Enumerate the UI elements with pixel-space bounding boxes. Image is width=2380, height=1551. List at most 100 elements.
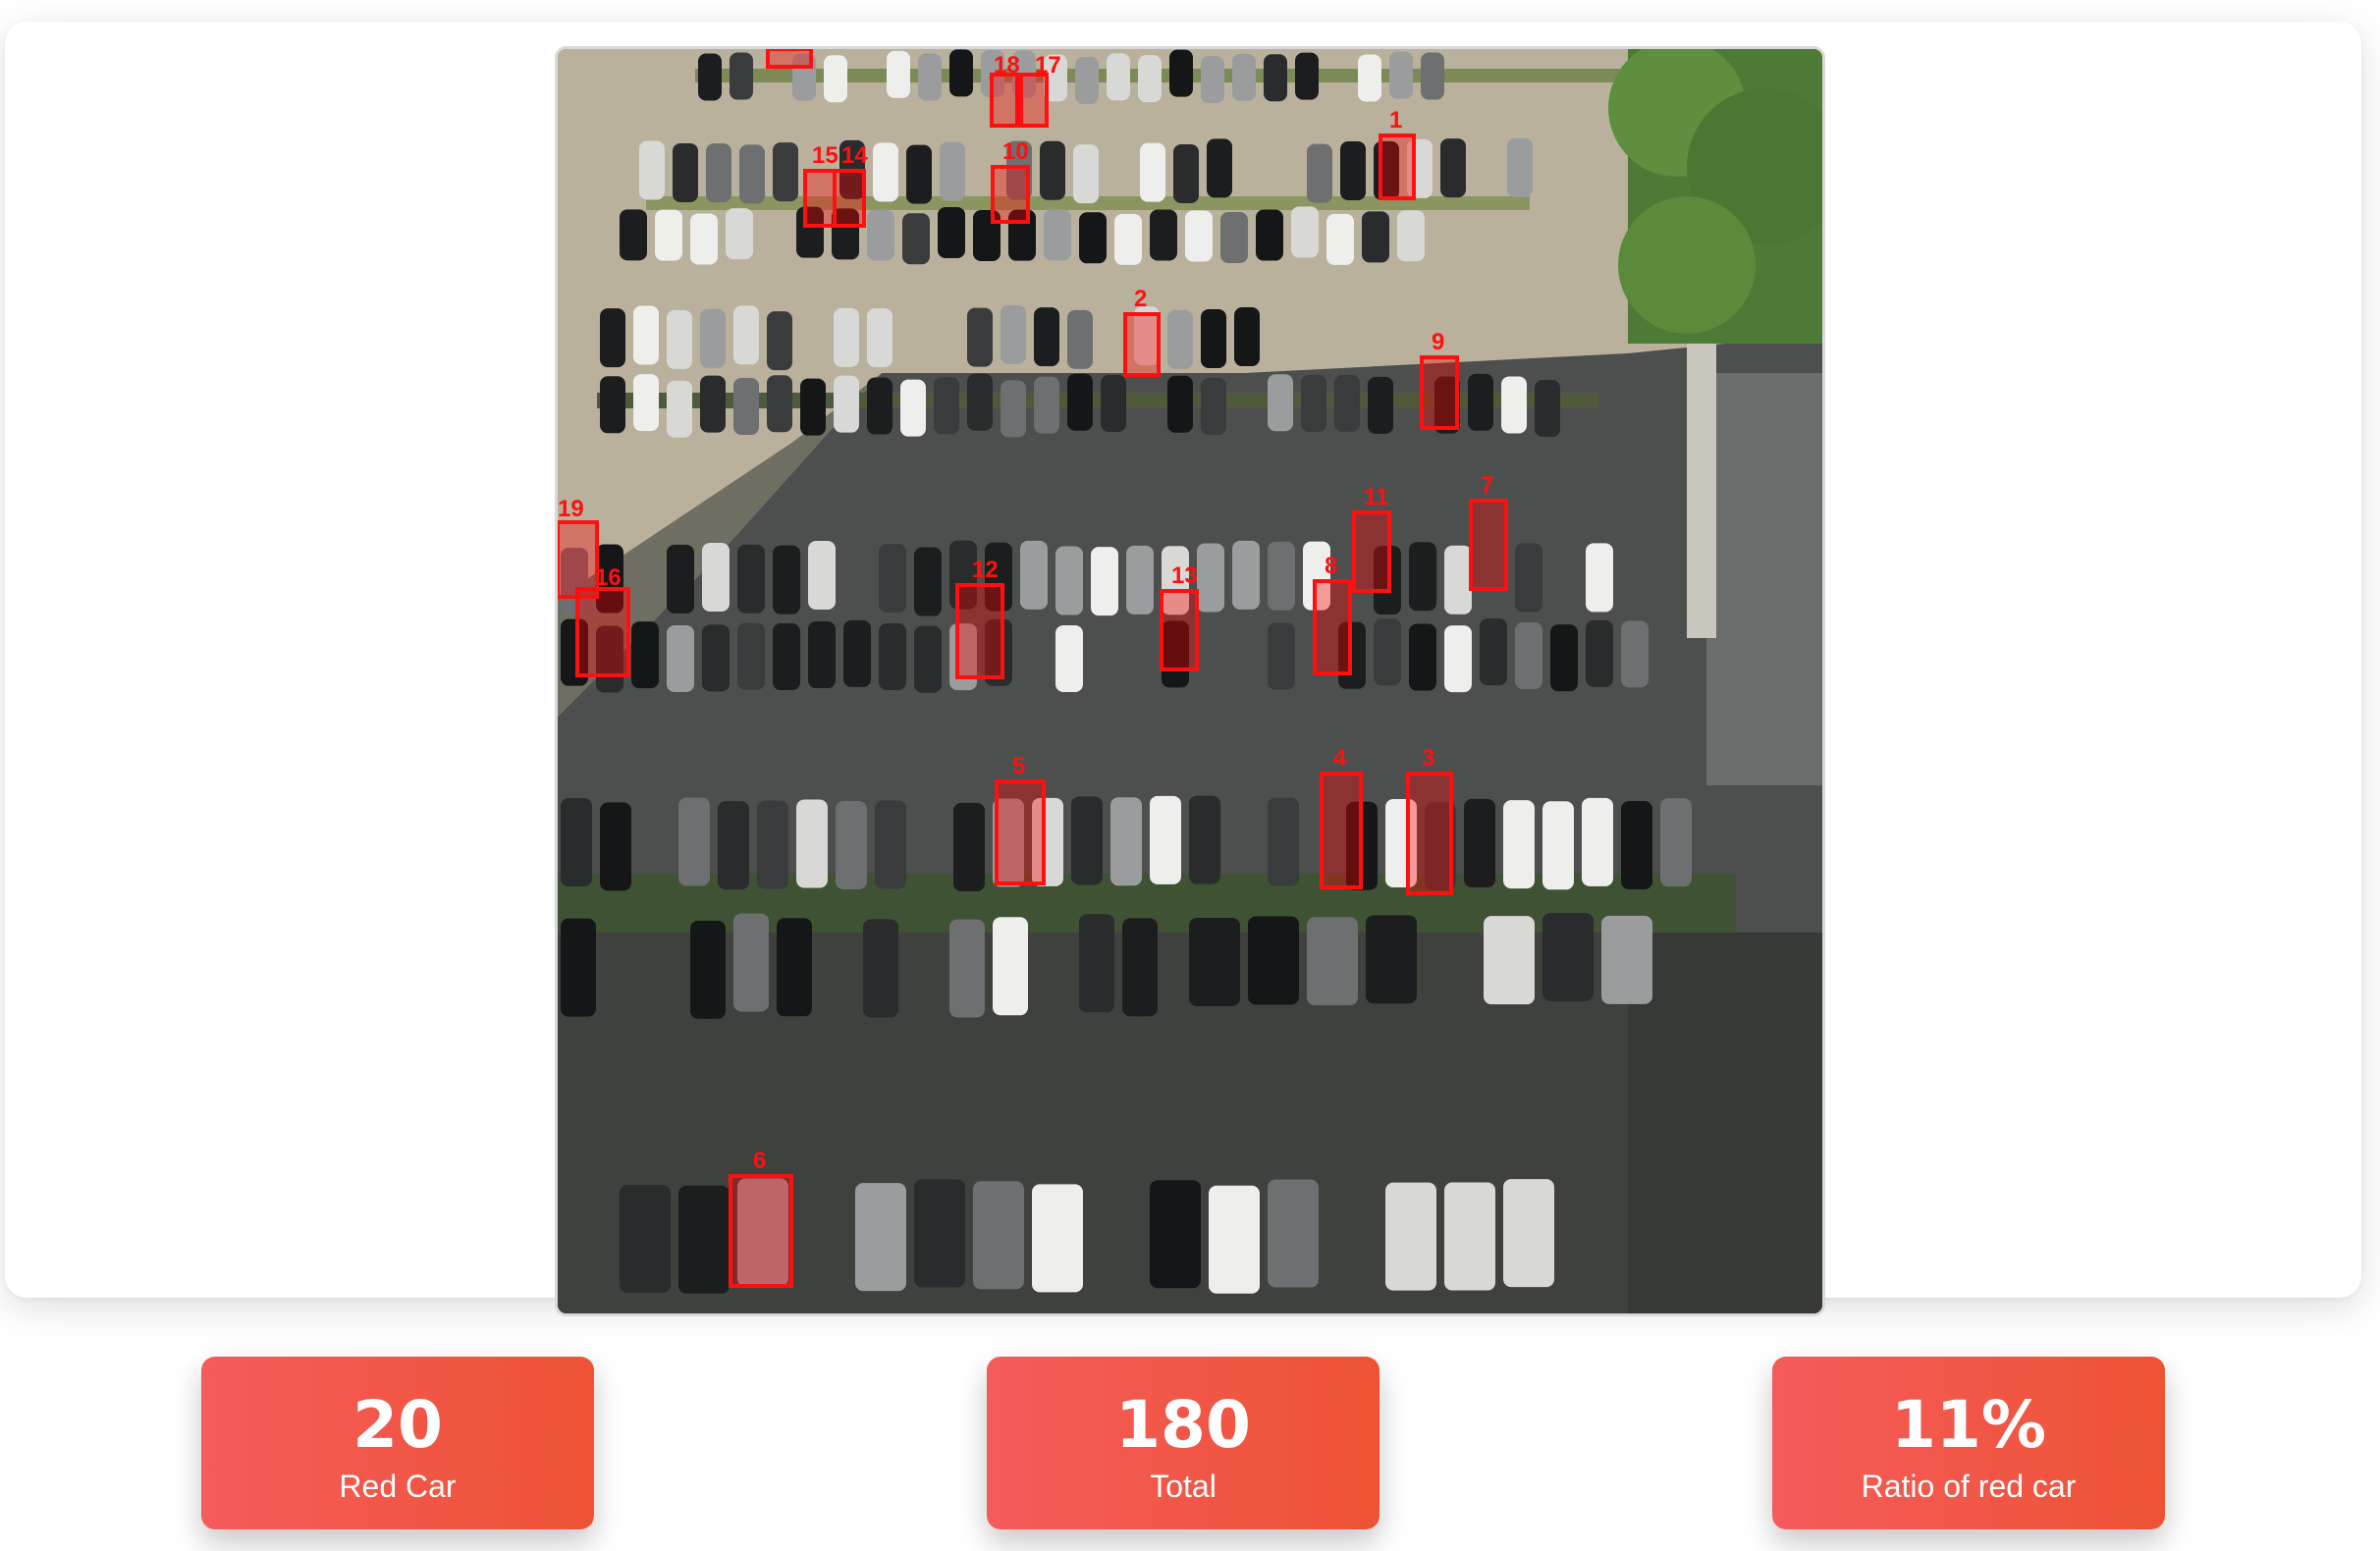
parked-car — [867, 308, 892, 368]
parked-car — [1110, 797, 1142, 886]
parked-car — [906, 144, 932, 204]
parked-car — [1234, 307, 1260, 367]
detection-box-14 — [833, 169, 866, 228]
parked-car — [1079, 212, 1107, 264]
parked-car — [730, 52, 753, 100]
parked-car — [561, 918, 596, 1017]
parked-car — [938, 206, 965, 258]
ratio-value: 11% — [1891, 1387, 2046, 1463]
parked-car — [773, 545, 800, 615]
parked-car — [1582, 797, 1613, 886]
parked-car — [1440, 138, 1466, 198]
parked-car — [1307, 143, 1332, 203]
detection-label-16: 16 — [595, 564, 622, 591]
parked-car — [1197, 543, 1224, 613]
parked-car — [690, 920, 726, 1019]
detection-label-15: 15 — [812, 142, 838, 169]
parked-car — [953, 802, 985, 891]
parked-car — [1150, 209, 1177, 261]
red-car-stat: 20 Red Car — [201, 1357, 594, 1529]
detection-box-13 — [1160, 589, 1199, 671]
parked-car — [808, 621, 836, 689]
parked-car — [1503, 1179, 1554, 1288]
detection-box-19 — [558, 520, 599, 599]
parked-car — [1034, 376, 1059, 434]
parked-car — [1444, 1182, 1495, 1291]
parked-car — [631, 621, 659, 689]
detection-box-2 — [1123, 312, 1161, 377]
parked-car — [1114, 213, 1142, 265]
parked-car — [620, 209, 647, 261]
parked-car — [967, 373, 993, 431]
detection-label-7: 7 — [1481, 472, 1493, 499]
ratio-stat: 11% Ratio of red car — [1772, 1357, 2165, 1529]
detection-box-6 — [729, 1174, 793, 1288]
parked-car — [690, 213, 718, 265]
parked-car — [733, 377, 759, 435]
parked-car — [700, 375, 726, 433]
parked-car — [700, 308, 726, 368]
parked-car — [1268, 1179, 1319, 1288]
parked-car — [796, 799, 828, 888]
parked-car — [973, 1181, 1024, 1290]
parked-car — [808, 540, 836, 610]
parked-car — [1040, 140, 1065, 200]
parked-car — [773, 142, 798, 202]
parked-car — [1374, 618, 1401, 686]
parked-car — [1071, 796, 1103, 885]
parked-car — [1209, 1185, 1260, 1294]
parked-car — [1362, 211, 1389, 263]
parked-car — [1055, 624, 1083, 692]
detection-label-5: 5 — [1012, 753, 1025, 779]
parked-car — [1001, 380, 1026, 438]
parked-car — [863, 919, 898, 1018]
detection-box-8 — [1313, 579, 1352, 675]
parked-car — [1167, 375, 1193, 433]
parked-car — [1138, 55, 1162, 103]
parked-car — [706, 143, 731, 203]
parked-car — [1542, 801, 1574, 890]
parked-car — [1301, 374, 1326, 432]
parked-car — [1515, 622, 1542, 690]
detection-box-9 — [1420, 355, 1459, 430]
parked-car — [1444, 625, 1472, 693]
parked-car — [1366, 915, 1417, 1004]
parked-car — [1001, 304, 1026, 364]
detection-box-12 — [955, 583, 1004, 679]
parked-car — [678, 1185, 730, 1294]
parked-car — [1268, 541, 1295, 611]
parked-car — [1032, 1184, 1083, 1293]
parked-car — [667, 544, 694, 614]
parked-car — [757, 800, 788, 889]
parked-car — [800, 378, 826, 436]
parked-car — [1480, 618, 1507, 686]
parked-car — [1232, 53, 1256, 101]
parked-car — [1220, 212, 1248, 264]
parking-lot-image: 1 2 3 4 5 6 7 8 9 10 11 12 13 14 15 16 17 18 19 — [555, 46, 1825, 1316]
parked-car — [843, 619, 871, 687]
parked-car — [773, 623, 800, 691]
detection-label-12: 12 — [972, 557, 999, 583]
detection-label-19: 19 — [558, 496, 584, 522]
parked-car — [993, 917, 1028, 1016]
red-car-label: Red Car — [339, 1469, 457, 1504]
parked-car — [1444, 545, 1472, 615]
parked-car — [1067, 309, 1093, 369]
parked-car — [1020, 540, 1048, 610]
parked-car — [678, 797, 710, 886]
parked-car — [1140, 142, 1165, 202]
parked-car — [1503, 800, 1535, 889]
parked-car — [1122, 918, 1158, 1017]
parked-car — [855, 1183, 906, 1292]
parked-car — [767, 311, 792, 371]
parked-car — [1268, 374, 1293, 432]
detection-box-1 — [1379, 134, 1416, 200]
parked-car — [1307, 917, 1358, 1006]
ratio-label: Ratio of red car — [1861, 1469, 2077, 1504]
parked-car — [1248, 916, 1299, 1005]
detection-label-18: 18 — [994, 52, 1020, 79]
parked-car — [1169, 49, 1193, 97]
parked-car — [967, 307, 993, 367]
parked-car — [600, 802, 631, 891]
detection-box-11 — [1352, 510, 1391, 593]
